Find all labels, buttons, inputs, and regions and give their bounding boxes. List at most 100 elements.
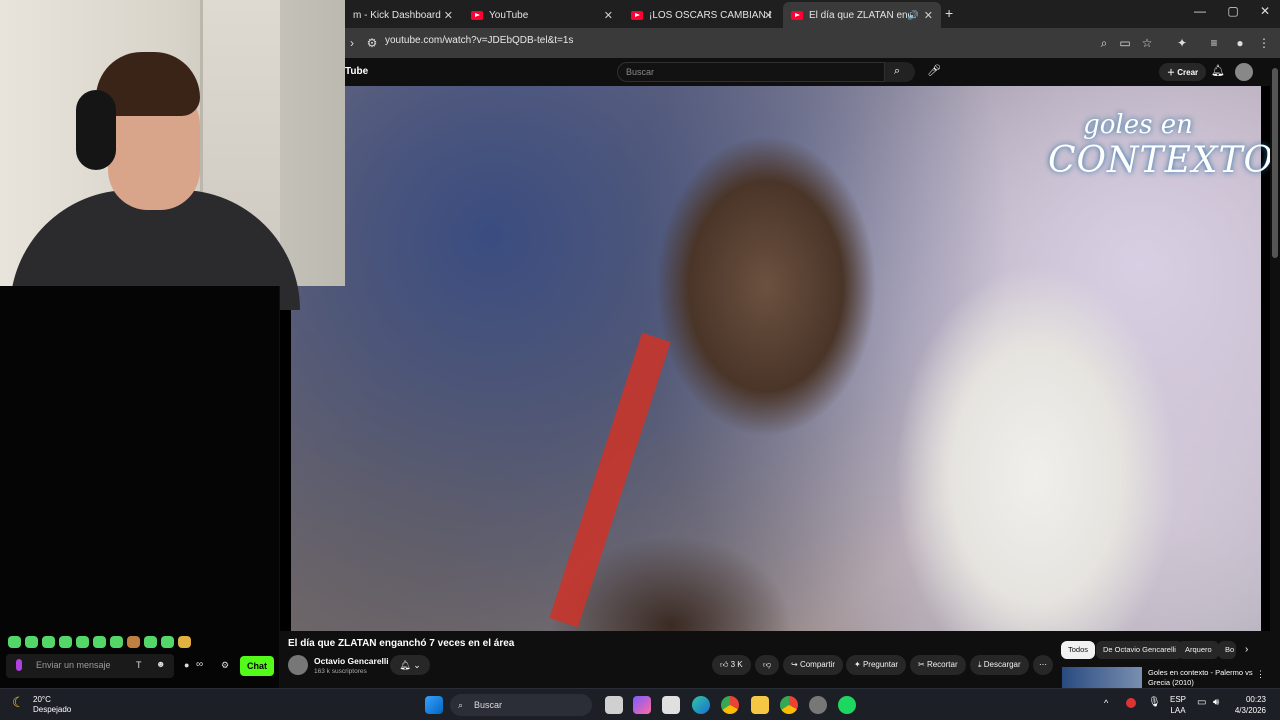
windows-start-icon[interactable]: [425, 696, 443, 714]
emote-icon[interactable]: [127, 636, 140, 648]
video-title: El día que ZLATAN enganchó 7 veces en el…: [288, 638, 515, 649]
microphone-icon[interactable]: 🎙︎: [1148, 697, 1161, 708]
download-button[interactable]: ⤓ Descargar: [970, 655, 1029, 675]
search-button[interactable]: ⌕: [885, 62, 915, 82]
app-icon[interactable]: [809, 696, 827, 714]
more-options-icon[interactable]: ⋮: [1256, 669, 1265, 680]
back-icon[interactable]: ›: [345, 36, 359, 50]
chat-message-input[interactable]: Enviar un mensaje T ☻: [6, 654, 174, 678]
monitor-icon[interactable]: ▭: [1197, 697, 1206, 708]
search-icon: ⌕: [894, 65, 901, 77]
menu-icon[interactable]: ⋮: [1257, 36, 1271, 50]
task-view-icon[interactable]: [605, 696, 623, 714]
copilot-icon[interactable]: [633, 696, 651, 714]
ask-button[interactable]: ✦ Preguntar: [846, 655, 907, 675]
chrome-icon[interactable]: [780, 696, 798, 714]
create-button[interactable]: ＋ Crear: [1159, 63, 1207, 81]
new-tab-button[interactable]: +: [945, 5, 953, 21]
scrollbar-thumb[interactable]: [1272, 68, 1278, 258]
emoji-icon[interactable]: ☻: [156, 659, 165, 669]
close-icon[interactable]: ✕: [764, 9, 773, 22]
video-info: El día que ZLATAN enganchó 7 veces en el…: [280, 631, 1280, 688]
emote-icon[interactable]: [144, 636, 157, 648]
youtube-logo[interactable]: Tube: [345, 66, 368, 77]
reading-list-icon[interactable]: ≡: [1207, 36, 1221, 50]
tab-oscars[interactable]: ¡LOS OSCARS CAMBIAN POR C ✕: [623, 2, 781, 28]
bell-icon[interactable]: 🔔︎: [1211, 64, 1225, 77]
points-icon[interactable]: ●: [184, 660, 189, 670]
like-button[interactable]: 👍︎ 3 K: [712, 655, 751, 675]
youtube-icon: [631, 10, 643, 20]
search-icon: ⌕: [458, 700, 464, 710]
browser-tab-bar: m - Kick Dashboard ✕ YouTube ✕ ¡LOS OSCA…: [345, 0, 1280, 28]
chip-all[interactable]: Todos: [1061, 641, 1096, 659]
weather-widget[interactable]: ☾ 20°C Despejado: [12, 695, 71, 715]
chip-more[interactable]: Bo: [1218, 641, 1236, 659]
taskbar-search-label: Buscar: [474, 700, 503, 710]
channel-name[interactable]: Octavio Gencarelli: [314, 656, 389, 666]
maximize-icon[interactable]: ▢: [1221, 4, 1245, 18]
text-format-icon[interactable]: T: [136, 660, 142, 670]
extensions-icon[interactable]: ✦: [1175, 36, 1189, 50]
tab-label: El día que ZLATAN enganch: [809, 9, 909, 21]
speaker-icon: 🔊: [907, 9, 919, 20]
emote-icon[interactable]: [178, 636, 191, 648]
emote-icon[interactable]: [42, 636, 55, 648]
clip-button[interactable]: ✂ Recortar: [910, 655, 966, 675]
chevron-right-icon[interactable]: ›: [1245, 644, 1248, 655]
chevron-up-icon[interactable]: ^: [1104, 698, 1108, 708]
edge-icon[interactable]: [692, 696, 710, 714]
close-icon[interactable]: ✕: [924, 9, 933, 22]
recommended-thumbnail[interactable]: [1062, 667, 1142, 688]
emote-icon[interactable]: [8, 636, 21, 648]
emote-icon[interactable]: [25, 636, 38, 648]
url-field[interactable]: youtube.com/watch?v=JDEbQDB-tel&t=1s: [385, 35, 573, 46]
emote-icon[interactable]: [93, 636, 106, 648]
recommended-title[interactable]: Goles en contexto - Palermo vs Grecia (2…: [1148, 668, 1268, 688]
microphone-icon[interactable]: [16, 659, 22, 671]
watermark-line1: goles en: [1083, 110, 1193, 140]
microphone-icon[interactable]: 🎤︎: [927, 64, 941, 77]
minimize-icon[interactable]: —: [1188, 4, 1212, 18]
file-explorer-icon[interactable]: [751, 696, 769, 714]
search-input[interactable]: Buscar: [617, 62, 885, 82]
tray-app-icon[interactable]: [1126, 698, 1136, 708]
zoom-icon[interactable]: ⌕: [1097, 36, 1111, 50]
spotify-icon[interactable]: [838, 696, 856, 714]
chrome-icon[interactable]: [721, 696, 739, 714]
subscription-bell-button[interactable]: 🔔︎ ⌄: [390, 655, 430, 675]
chat-send-button[interactable]: Chat: [240, 656, 274, 676]
dislike-button[interactable]: 👎︎: [755, 655, 780, 675]
taskbar-clock[interactable]: 00:23 4/3/2026: [1235, 694, 1266, 716]
ask-label: Preguntar: [862, 660, 899, 669]
emote-icon[interactable]: [110, 636, 123, 648]
share-button[interactable]: ↪ Compartir: [783, 655, 844, 675]
taskbar-search[interactable]: ⌕ Buscar: [450, 694, 592, 716]
emote-icon[interactable]: [161, 636, 174, 648]
tab-zlatan[interactable]: El día que ZLATAN enganch 🔊 ✕: [783, 2, 941, 28]
tab-youtube[interactable]: YouTube ✕: [463, 2, 621, 28]
settings-icon[interactable]: ⚙: [221, 660, 229, 671]
cast-icon[interactable]: ▭: [1118, 36, 1132, 50]
chip-arquero[interactable]: Arquero: [1178, 641, 1219, 659]
volume-icon[interactable]: 🔊︎: [1213, 697, 1219, 708]
scrollbar[interactable]: [1270, 60, 1280, 688]
youtube-header: Tube Buscar ⌕ 🎤︎ ＋ Crear 🔔︎: [345, 58, 1280, 86]
profile-icon[interactable]: ●: [1233, 36, 1247, 50]
emote-icon[interactable]: [59, 636, 72, 648]
headset: [76, 90, 116, 170]
more-actions-button[interactable]: ⋯: [1033, 655, 1053, 675]
channel-avatar[interactable]: [288, 655, 308, 675]
store-icon[interactable]: [662, 696, 680, 714]
language-indicator[interactable]: ESP LAA: [1170, 694, 1186, 716]
emote-icon[interactable]: [76, 636, 89, 648]
close-icon[interactable]: ✕: [604, 9, 613, 22]
avatar[interactable]: [1235, 63, 1253, 81]
close-icon[interactable]: ✕: [444, 9, 453, 22]
bookmark-star-icon[interactable]: ☆: [1140, 36, 1154, 50]
site-info-icon[interactable]: ⚙: [365, 36, 379, 50]
chip-channel[interactable]: De Octavio Gencarelli: [1096, 641, 1183, 659]
window-close-icon[interactable]: ✕: [1253, 4, 1277, 18]
tab-kick-dashboard[interactable]: m - Kick Dashboard ✕: [345, 2, 461, 28]
download-label: Descargar: [983, 660, 1021, 669]
